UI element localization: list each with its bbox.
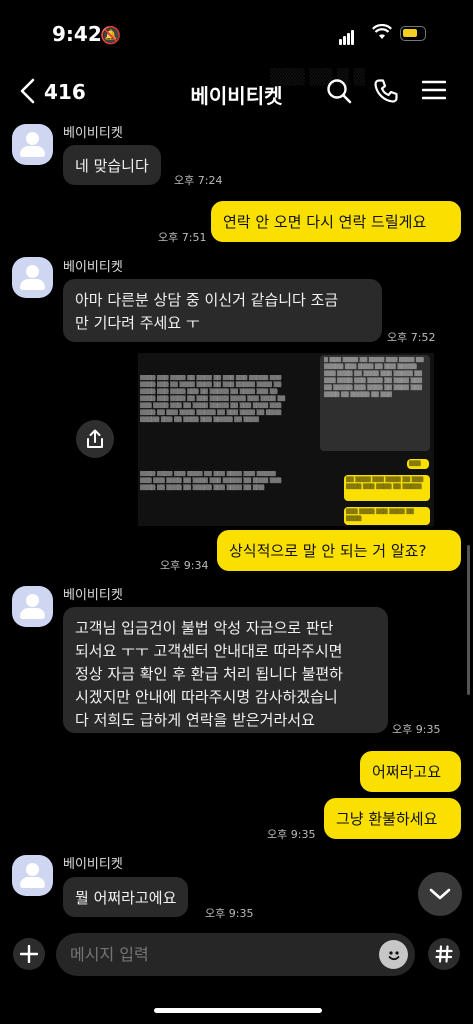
share-button[interactable] bbox=[76, 420, 114, 458]
sender-avatar[interactable] bbox=[12, 257, 53, 298]
message-time: 오후 9:35 bbox=[392, 723, 441, 736]
sender-avatar[interactable] bbox=[12, 586, 53, 627]
outgoing-message[interactable]: 어쩌라고요 bbox=[360, 751, 461, 792]
scroll-down-button[interactable] bbox=[418, 872, 462, 916]
plus-icon bbox=[20, 945, 38, 963]
sender-name: 베이비티켓 bbox=[63, 260, 123, 275]
sender-name: 베이비티켓 bbox=[63, 126, 123, 141]
outgoing-message[interactable]: 그냥 환불하세요 bbox=[324, 798, 461, 839]
incoming-message[interactable]: 고객님 입금건이 불법 악성 자금으로 판단 되서요 ㅜㅜ 고객센터 안내대로 … bbox=[63, 607, 388, 733]
message-time: 오후 9:35 bbox=[205, 907, 254, 920]
scrollbar[interactable] bbox=[467, 545, 470, 695]
hash-button[interactable] bbox=[428, 938, 460, 970]
message-time: 오후 9:35 bbox=[267, 828, 316, 841]
attach-plus-button[interactable] bbox=[13, 938, 45, 970]
hash-icon bbox=[435, 945, 453, 963]
sender-avatar[interactable] bbox=[12, 124, 53, 165]
message-line: 되서요 ㅜㅜ 고객센터 안내대로 따라주시면 bbox=[75, 642, 343, 660]
incoming-message[interactable]: 아마 다른분 상담 중 이신거 같습니다 조금 만 기다려 주세요 ㅜ bbox=[63, 279, 382, 342]
outgoing-message[interactable]: 상식적으로 말 안 되는 거 알죠? bbox=[217, 530, 461, 571]
emoji-button[interactable] bbox=[379, 940, 408, 969]
signal-icon bbox=[339, 26, 355, 45]
home-indicator[interactable] bbox=[154, 1008, 322, 1013]
sender-name: 베이비티켓 bbox=[63, 857, 123, 872]
message-line: 정상 자금 확인 후 환급 처리 됩니다 불편하 bbox=[75, 665, 343, 683]
message-line: 시겠지만 안내에 따라주시명 감사하겠습니 bbox=[75, 688, 338, 706]
message-time: 오후 7:24 bbox=[174, 174, 223, 187]
status-time: 9:42 bbox=[52, 22, 102, 46]
wifi-icon bbox=[372, 23, 392, 45]
chevron-down-icon bbox=[429, 888, 451, 900]
chat-title: 베이비티켓 bbox=[190, 84, 283, 108]
sender-avatar[interactable] bbox=[12, 855, 53, 896]
bell-off-icon: 🔕 bbox=[100, 26, 122, 46]
message-line: 고객님 입금건이 불법 악성 자금으로 판단 bbox=[75, 619, 334, 637]
battery-icon bbox=[400, 26, 426, 41]
incoming-message[interactable]: 네 맞습니다 bbox=[63, 145, 161, 185]
message-line: 만 기다려 주세요 ㅜ bbox=[75, 314, 200, 332]
phone-icon[interactable] bbox=[373, 78, 399, 110]
smiley-icon bbox=[388, 950, 399, 960]
message-line: 다 저희도 급하게 연락을 받은거라서요 bbox=[75, 711, 315, 729]
message-line: 아마 다른분 상담 중 이신거 같습니다 조금 bbox=[75, 291, 339, 309]
incoming-message[interactable]: 뭘 어쩌라고에요 bbox=[63, 877, 189, 917]
shared-screenshot-image[interactable]: ▒▒▒▒ ▒▒▒ ▒▒▒▒ ▒▒ ▒▒▒▒ ▒▒ ▒▒▒ ▒▒▒ ▒▒▒▒▒ ▒… bbox=[138, 353, 434, 526]
message-time: 오후 7:52 bbox=[387, 331, 436, 344]
sender-name: 베이비티켓 bbox=[63, 588, 123, 603]
message-time: 오후 7:51 bbox=[158, 231, 207, 244]
search-icon[interactable] bbox=[326, 78, 352, 110]
message-input[interactable] bbox=[56, 933, 415, 976]
message-time: 오후 9:34 bbox=[160, 559, 209, 572]
outgoing-message[interactable]: 연락 안 오면 다시 연락 드릴게요 bbox=[211, 201, 461, 242]
menu-icon[interactable] bbox=[421, 78, 447, 108]
